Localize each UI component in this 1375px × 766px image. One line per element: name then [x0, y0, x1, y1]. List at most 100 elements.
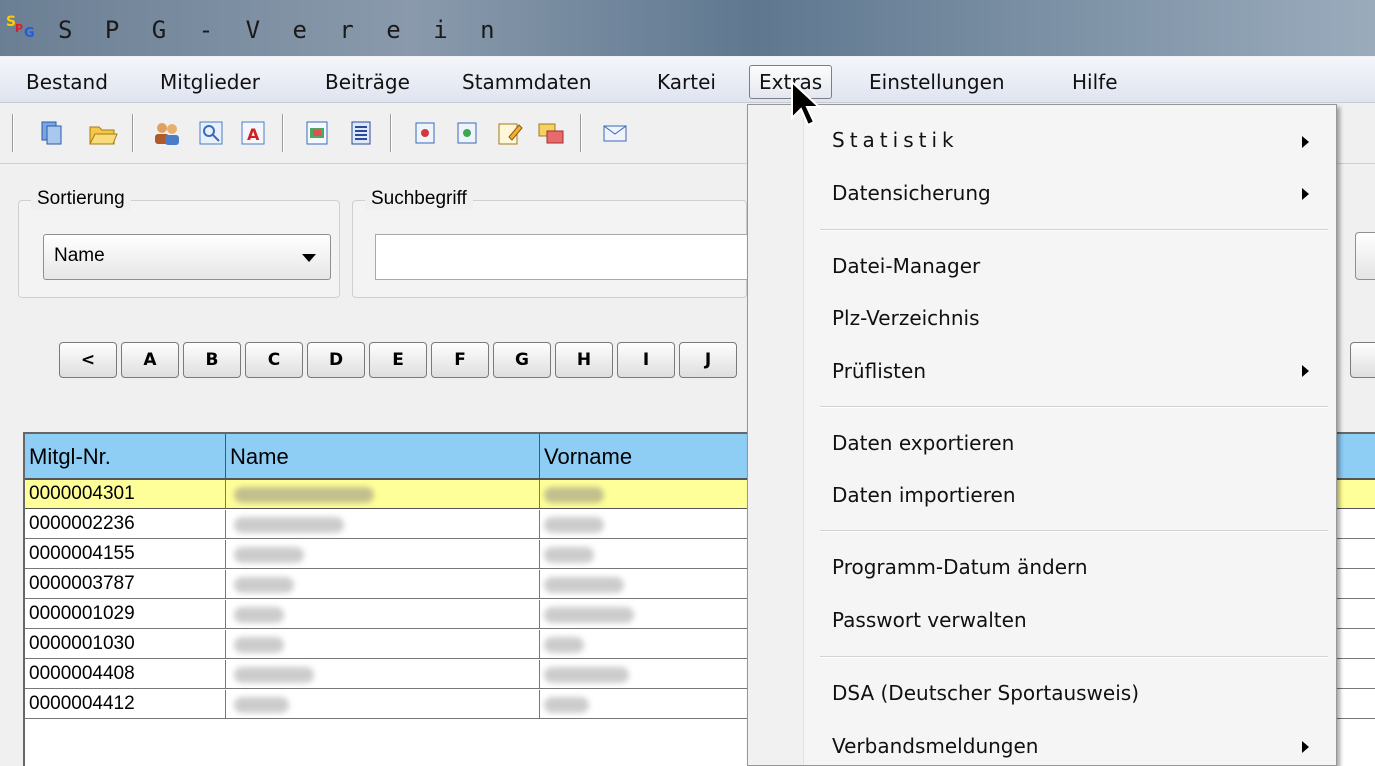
cell-nr: 0000004301: [25, 480, 226, 508]
cell-name: [226, 510, 540, 538]
search-label: Suchbegriff: [365, 188, 473, 210]
toolbar-separator: [12, 114, 14, 152]
mail-icon[interactable]: [598, 116, 632, 150]
menu-item-datensicherung[interactable]: Datensicherung: [832, 181, 991, 205]
window-title: S P G - V e r e i n: [58, 16, 504, 44]
menu-item-statistik[interactable]: Statistik: [832, 128, 959, 152]
redacted-text: [234, 487, 374, 503]
text-a-icon[interactable]: A: [236, 116, 270, 150]
redacted-text: [544, 637, 584, 653]
redacted-text: [234, 577, 294, 593]
cell-name: [226, 630, 540, 658]
menu-mitglieder[interactable]: Mitglieder: [160, 70, 260, 94]
cell-name: [226, 660, 540, 688]
list-document-icon[interactable]: [344, 116, 378, 150]
menu-item-daten-exportieren[interactable]: Daten exportieren: [832, 431, 1014, 455]
redacted-text: [234, 697, 289, 713]
redacted-text: [544, 607, 634, 623]
menu-bar: Bestand Mitglieder Beiträge Stammdaten K…: [0, 57, 1375, 103]
cell-nr: 0000001029: [25, 600, 226, 628]
letter-button-j[interactable]: J: [679, 342, 737, 378]
copy-icon[interactable]: [36, 116, 70, 150]
submenu-arrow-icon: [1302, 741, 1309, 753]
toolbar-separator: [282, 114, 284, 152]
cell-nr: 0000001030: [25, 630, 226, 658]
menu-stammdaten[interactable]: Stammdaten: [462, 70, 592, 94]
column-header-nr[interactable]: Mitgl-Nr.: [25, 434, 226, 480]
redacted-text: [234, 607, 284, 623]
menu-einstellungen[interactable]: Einstellungen: [869, 70, 1005, 94]
sort-combobox[interactable]: Name: [43, 234, 331, 280]
cell-nr: 0000004412: [25, 690, 226, 718]
letter-button-b[interactable]: B: [183, 342, 241, 378]
column-header-name[interactable]: Name: [226, 434, 540, 480]
logo-letter-g: G: [24, 26, 35, 41]
letter-button-a[interactable]: A: [121, 342, 179, 378]
letter-button-f[interactable]: F: [431, 342, 489, 378]
redacted-text: [544, 577, 624, 593]
menu-bestand[interactable]: Bestand: [26, 70, 108, 94]
toolbar-separator: [580, 114, 582, 152]
search-view-icon[interactable]: [194, 116, 228, 150]
menu-item-daten-importieren[interactable]: Daten importieren: [832, 483, 1016, 507]
menu-kartei[interactable]: Kartei: [657, 70, 716, 94]
letter-button-g[interactable]: G: [493, 342, 551, 378]
submenu-arrow-icon: [1302, 365, 1309, 377]
cell-name: [226, 600, 540, 628]
windows-icon[interactable]: [534, 116, 568, 150]
toolbar-separator: [390, 114, 392, 152]
menu-item-passwort[interactable]: Passwort verwalten: [832, 608, 1027, 632]
open-folder-icon[interactable]: [86, 116, 120, 150]
letter-button-offscreen[interactable]: [1350, 342, 1375, 378]
letter-button-c[interactable]: C: [245, 342, 303, 378]
document-red-icon[interactable]: [408, 116, 442, 150]
cell-name: [226, 570, 540, 598]
menu-separator: [820, 530, 1328, 532]
redacted-text: [544, 667, 629, 683]
extras-dropdown-menu: Statistik Datensicherung Datei-Manager P…: [747, 104, 1337, 766]
chevron-down-icon[interactable]: [302, 254, 316, 262]
menu-separator: [820, 229, 1328, 231]
submenu-arrow-icon: [1302, 136, 1309, 148]
search-input[interactable]: [375, 234, 748, 280]
menu-icon-gutter: [748, 105, 804, 765]
menu-item-pruflisten[interactable]: Prüflisten: [832, 359, 926, 383]
redacted-text: [234, 517, 344, 533]
report-icon[interactable]: [300, 116, 334, 150]
sort-label: Sortierung: [31, 188, 131, 210]
letter-button-back[interactable]: <: [59, 342, 117, 378]
letter-button-d[interactable]: D: [307, 342, 365, 378]
menu-item-datei-manager[interactable]: Datei-Manager: [832, 254, 980, 278]
menu-separator: [820, 406, 1328, 408]
menu-item-dsa[interactable]: DSA (Deutscher Sportausweis): [832, 681, 1139, 705]
right-edge-button[interactable]: [1355, 232, 1375, 280]
letter-button-i[interactable]: I: [617, 342, 675, 378]
letter-button-e[interactable]: E: [369, 342, 427, 378]
cell-nr: 0000004408: [25, 660, 226, 688]
svg-text:A: A: [247, 125, 260, 144]
cell-nr: 0000004155: [25, 540, 226, 568]
cell-name: [226, 480, 540, 508]
menu-hilfe[interactable]: Hilfe: [1072, 70, 1118, 94]
redacted-text: [544, 517, 604, 533]
menu-item-verbandsmeldungen[interactable]: Verbandsmeldungen: [832, 734, 1038, 758]
letter-button-h[interactable]: H: [555, 342, 613, 378]
redacted-text: [234, 667, 314, 683]
menu-item-plz-verzeichnis[interactable]: Plz-Verzeichnis: [832, 306, 980, 330]
redacted-text: [544, 487, 604, 503]
members-icon[interactable]: [150, 116, 184, 150]
title-bar: S P G S P G - V e r e i n: [0, 0, 1375, 56]
cell-nr: 0000002236: [25, 510, 226, 538]
document-edit-icon[interactable]: [492, 116, 526, 150]
redacted-text: [544, 697, 589, 713]
mouse-cursor-icon: [791, 80, 822, 127]
redacted-text: [544, 547, 594, 563]
menu-item-programm-datum[interactable]: Programm-Datum ändern: [832, 555, 1088, 579]
document-green-icon[interactable]: [450, 116, 484, 150]
cell-name: [226, 540, 540, 568]
cell-nr: 0000003787: [25, 570, 226, 598]
menu-beitraege[interactable]: Beiträge: [325, 70, 410, 94]
toolbar-separator: [132, 114, 134, 152]
sort-group: Sortierung Name: [18, 188, 340, 298]
search-group: Suchbegriff: [352, 188, 748, 298]
